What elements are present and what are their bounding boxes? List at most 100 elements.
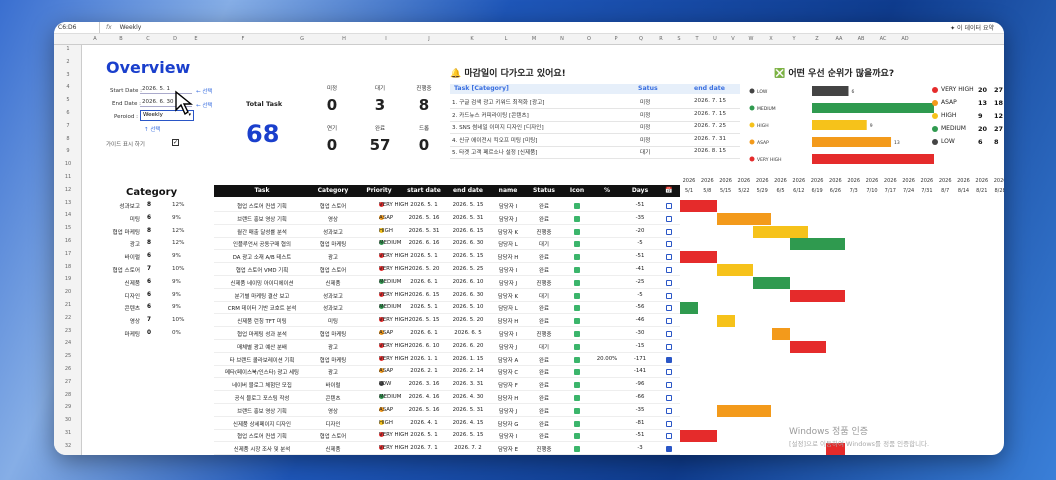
table-row[interactable]: 신제품 시장 조사 및 분석 신제품 VERY HIGH 2026. 7. 1 2026… [214, 443, 680, 455]
column-header-O[interactable]: O [576, 34, 602, 45]
calendar-checkbox[interactable] [666, 343, 672, 350]
column-header-AD[interactable]: AD [894, 34, 916, 45]
column-header-Z[interactable]: Z [806, 34, 828, 45]
column-header-AA[interactable]: AA [828, 34, 850, 45]
calendar-checkbox[interactable] [666, 356, 672, 363]
column-header-P[interactable]: P [602, 34, 630, 45]
table-row[interactable]: 월간 매출 달성률 분석 성과보고 HIGH 2026. 5. 31 2026. 6. … [214, 226, 680, 238]
calendar-checkbox[interactable] [666, 254, 672, 261]
column-header-G[interactable]: G [282, 34, 322, 45]
row-header-13[interactable]: 13 [54, 200, 82, 206]
row-header-27[interactable]: 27 [54, 379, 82, 385]
table-row[interactable]: 메타(페이스북/인스타) 광고 세팅 광고 ASAP 2026. 2. 1 2026. … [214, 366, 680, 379]
table-row[interactable]: DA 광고 소재 A/B 테스트 광고 VERY HIGH 2026. 5. 1 202… [214, 251, 680, 264]
calendar-checkbox[interactable] [666, 331, 672, 337]
column-header-T[interactable]: T [688, 34, 706, 45]
row-header-15[interactable]: 15 [54, 225, 82, 231]
table-row[interactable]: 네이버 블로그 체험단 모집 바이럴 LOW 2026. 3. 16 2026. 3. … [214, 379, 680, 392]
row-header-11[interactable]: 11 [54, 174, 82, 180]
column-header-H[interactable]: H [322, 34, 366, 45]
row-header-14[interactable]: 14 [54, 212, 82, 218]
row-header-19[interactable]: 19 [54, 276, 82, 282]
table-row[interactable]: 신제품 상세페이지 디자인 디자인 HIGH 2026. 4. 1 2026. 4. 1… [214, 418, 680, 430]
table-row[interactable]: 신제품 네이밍 아이디에이션 신제품 MEDIUM 2026. 6. 1 2026. 6… [214, 277, 680, 289]
table-row[interactable]: 인플루언서 공동구매 협의 협업 마케팅 MEDIUM 2026. 6. 16 2026… [214, 238, 680, 251]
calendar-checkbox[interactable] [666, 382, 672, 389]
row-header-6[interactable]: 6 [54, 110, 82, 116]
column-header-AB[interactable]: AB [850, 34, 872, 45]
column-header-M[interactable]: M [520, 34, 548, 45]
table-row[interactable]: CRM 데이터 기반 코호트 분석 성과보고 MEDIUM 2026. 5. 1 202… [214, 302, 680, 315]
row-header-23[interactable]: 23 [54, 328, 82, 334]
column-header-B[interactable]: B [108, 34, 134, 45]
row-header-24[interactable]: 24 [54, 340, 82, 346]
row-header-28[interactable]: 28 [54, 392, 82, 398]
row-header[interactable]: 1 2 3 4 5 6 7 8 9 10 11 12 13 14 15 16 17 18 19 20 21 22 23 24 2… [54, 45, 82, 455]
table-row[interactable]: 브랜드 홍보 영상 기획 영상 ASAP 2026. 5. 16 2026. 5. 31… [214, 213, 680, 225]
row-header-21[interactable]: 21 [54, 302, 82, 308]
column-header-W[interactable]: W [742, 34, 760, 45]
row-header-12[interactable]: 12 [54, 187, 82, 193]
calendar-checkbox[interactable] [666, 292, 672, 299]
column-header-Q[interactable]: Q [630, 34, 652, 45]
table-row[interactable]: 협업 마케팅 성과 분석 협업 마케팅 ASAP 2026. 6. 1 2026. 6.… [214, 328, 680, 340]
guide-checkbox[interactable]: ✓ [172, 139, 179, 146]
calendar-checkbox[interactable] [666, 395, 672, 401]
column-header-V[interactable]: V [724, 34, 742, 45]
row-header-26[interactable]: 26 [54, 366, 82, 372]
row-header-3[interactable]: 3 [54, 72, 82, 78]
row-header-8[interactable]: 8 [54, 136, 82, 142]
row-header-20[interactable]: 20 [54, 289, 82, 295]
calendar-checkbox[interactable] [666, 446, 672, 453]
calendar-checkbox[interactable] [666, 203, 672, 209]
row-header-1[interactable]: 1 [54, 46, 82, 52]
row-header-30[interactable]: 30 [54, 417, 82, 423]
column-header-R[interactable]: R [652, 34, 670, 45]
calendar-checkbox[interactable] [666, 279, 672, 286]
calendar-checkbox[interactable] [666, 407, 672, 414]
row-header-16[interactable]: 16 [54, 238, 82, 244]
column-header-Y[interactable]: Y [782, 34, 806, 45]
column-header-A[interactable]: A [82, 34, 108, 45]
column-header-L[interactable]: L [492, 34, 520, 45]
row-header-9[interactable]: 9 [54, 148, 82, 154]
ai-summary-button[interactable]: ✦ 이 데이터 요약 [950, 23, 994, 32]
column-header-U[interactable]: U [706, 34, 724, 45]
calendar-checkbox[interactable] [666, 228, 672, 235]
row-header-17[interactable]: 17 [54, 251, 82, 257]
column-header-AC[interactable]: AC [872, 34, 894, 45]
calendar-checkbox[interactable] [666, 241, 672, 248]
calendar-checkbox[interactable] [666, 433, 672, 440]
row-header-22[interactable]: 22 [54, 315, 82, 321]
column-header-E[interactable]: E [188, 34, 204, 45]
table-row[interactable]: 매체별 광고 예산 분배 광고 VERY HIGH 2026. 6. 10 2026. … [214, 341, 680, 353]
name-box[interactable]: C6:D6 [54, 22, 100, 33]
row-header-29[interactable]: 29 [54, 404, 82, 410]
column-header-D[interactable]: D [162, 34, 188, 45]
table-row[interactable]: 신제품 런칭 TFT 미팅 미팅 VERY HIGH 2026. 5. 15 2026.… [214, 315, 680, 328]
calendar-checkbox[interactable] [666, 369, 672, 376]
column-header-N[interactable]: N [548, 34, 576, 45]
row-header-25[interactable]: 25 [54, 353, 82, 359]
table-row[interactable]: 분기별 마케팅 결산 보고 성과보고 VERY HIGH 2026. 6. 15 202… [214, 290, 680, 302]
row-header-31[interactable]: 31 [54, 430, 82, 436]
column-header-K[interactable]: K [452, 34, 492, 45]
row-header-10[interactable]: 10 [54, 161, 82, 167]
row-header-4[interactable]: 4 [54, 84, 82, 90]
row-header-5[interactable]: 5 [54, 97, 82, 103]
table-row[interactable]: 브랜드 홍보 영상 기획 영상 ASAP 2026. 5. 16 2026. 5. 31… [214, 405, 680, 417]
row-header-18[interactable]: 18 [54, 264, 82, 270]
row-header-32[interactable]: 32 [54, 443, 82, 449]
column-header-S[interactable]: S [670, 34, 688, 45]
table-row[interactable]: 타 브랜드 콜라보레이션 기획 협업 마케팅 VERY HIGH 2026. 1. 1… [214, 354, 680, 366]
row-header-7[interactable]: 7 [54, 123, 82, 129]
calendar-checkbox[interactable] [666, 318, 672, 325]
table-row[interactable]: 협업 스토어 컨셉 기획 협업 스토어 VERY HIGH 2026. 5. 1 202… [214, 200, 680, 212]
row-header-2[interactable]: 2 [54, 59, 82, 65]
column-header-X[interactable]: X [760, 34, 782, 45]
column-header-J[interactable]: J [406, 34, 452, 45]
calendar-checkbox[interactable] [666, 305, 672, 312]
calendar-checkbox[interactable] [666, 420, 672, 427]
column-header-I[interactable]: I [366, 34, 406, 45]
calendar-checkbox[interactable] [666, 215, 672, 222]
